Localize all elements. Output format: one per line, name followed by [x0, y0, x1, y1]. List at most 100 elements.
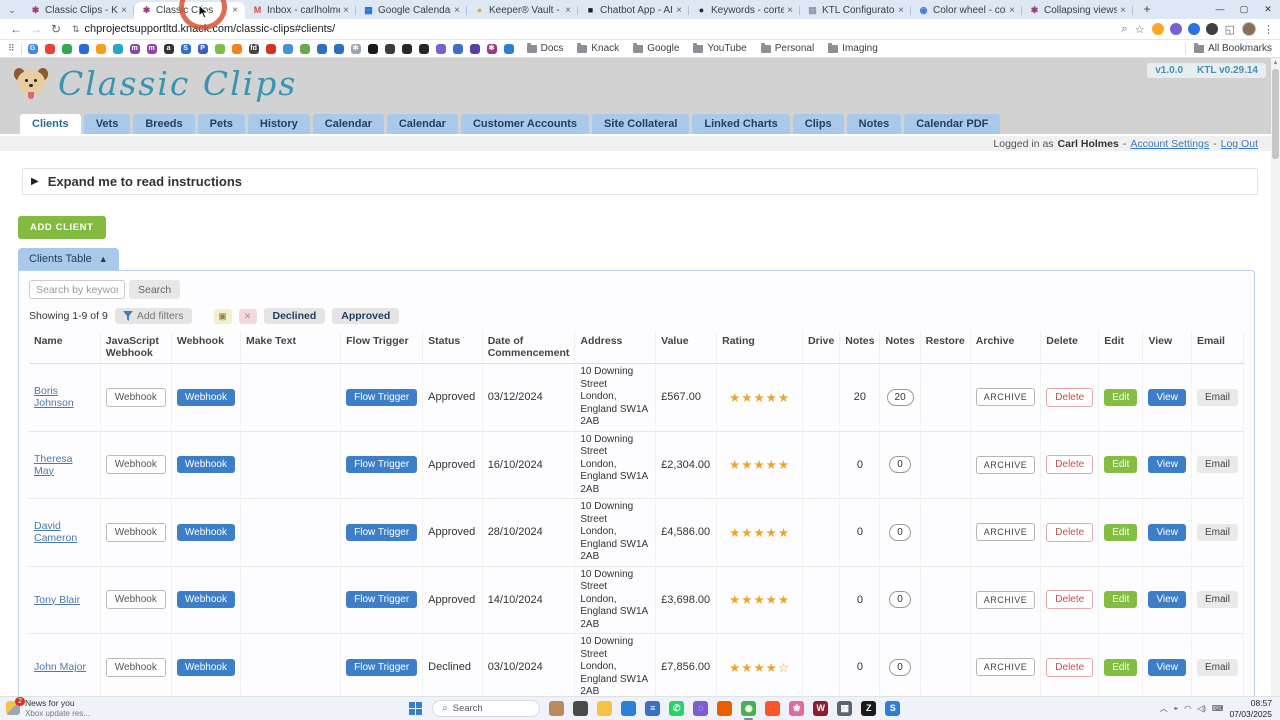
- extension-icon[interactable]: [1205, 23, 1218, 35]
- tab-close-icon[interactable]: ×: [229, 5, 241, 16]
- column-header[interactable]: Drive: [802, 331, 841, 364]
- add-filters-button[interactable]: Add filters: [114, 308, 192, 324]
- bookmark-icon[interactable]: [316, 43, 327, 54]
- column-header[interactable]: Make Text: [240, 331, 342, 364]
- browser-tab[interactable]: ◉ Color wheel - color theory a...×: [911, 2, 1022, 19]
- email-button[interactable]: Email: [1196, 591, 1238, 609]
- window-minimize-button[interactable]: —: [1208, 0, 1232, 19]
- js-webhook-button[interactable]: Webhook: [105, 657, 166, 677]
- nav-tab-history[interactable]: History: [247, 114, 310, 134]
- browser-tab[interactable]: ✱ Classic Clips ×: [134, 2, 245, 19]
- bookmark-icon[interactable]: [61, 43, 72, 54]
- delete-button[interactable]: Delete: [1046, 455, 1094, 475]
- brave-icon[interactable]: [765, 701, 781, 716]
- bookmark-icon[interactable]: fd: [248, 43, 259, 54]
- archive-button[interactable]: ARCHIVE: [975, 590, 1036, 609]
- webhook-button[interactable]: Webhook: [176, 388, 235, 406]
- column-header[interactable]: Rating: [716, 331, 804, 364]
- nav-tab-linked-charts[interactable]: Linked Charts: [692, 114, 790, 134]
- tab-search-chevron-icon[interactable]: ⌄: [4, 3, 20, 17]
- rating-stars[interactable]: ★★★★★: [729, 526, 790, 540]
- forward-icon[interactable]: →: [26, 22, 46, 36]
- rating-stars[interactable]: ★★★★★: [729, 458, 790, 472]
- client-name-link[interactable]: Theresa May: [34, 453, 73, 477]
- tab-close-icon[interactable]: ×: [1117, 5, 1129, 16]
- extensions-puzzle-icon[interactable]: ◱: [1225, 23, 1235, 36]
- clear-filter-button[interactable]: ✕: [238, 308, 257, 324]
- bookmark-icon[interactable]: [282, 43, 293, 54]
- nav-tab-clips[interactable]: Clips: [792, 114, 844, 134]
- bookmark-icon[interactable]: [78, 43, 89, 54]
- column-header[interactable]: Address: [574, 331, 657, 364]
- view-button[interactable]: View: [1148, 456, 1186, 474]
- rating-stars[interactable]: ★★★★☆: [729, 661, 790, 675]
- nav-tab-clients[interactable]: Clients: [20, 114, 81, 134]
- delete-button[interactable]: Delete: [1046, 387, 1094, 407]
- browser-tab[interactable]: ● Keeper® Vault - carlholmes...×: [467, 2, 578, 19]
- browser-tab[interactable]: ▦ KTL Configurator ×: [800, 2, 911, 19]
- rating-stars[interactable]: ★★★★★: [729, 391, 790, 405]
- webhook-button[interactable]: Webhook: [176, 658, 235, 676]
- archive-button[interactable]: ARCHIVE: [975, 658, 1036, 677]
- bookmark-icon[interactable]: [265, 43, 276, 54]
- column-header[interactable]: Status: [422, 331, 483, 364]
- nav-tab-breeds[interactable]: Breeds: [133, 114, 195, 134]
- nav-tab-calendar-pdf[interactable]: Calendar PDF: [904, 114, 1001, 134]
- skype-icon[interactable]: S: [885, 701, 901, 716]
- flow-trigger-button[interactable]: Flow Trigger: [346, 456, 418, 474]
- zoom-page-icon[interactable]: ⌕: [1122, 23, 1128, 36]
- webhook-button[interactable]: Webhook: [176, 591, 235, 609]
- filter-declined-button[interactable]: Declined: [263, 308, 326, 324]
- bookmark-folder[interactable]: Knack: [572, 42, 624, 54]
- webhook-button[interactable]: Webhook: [176, 523, 235, 541]
- email-button[interactable]: Email: [1196, 523, 1238, 541]
- taskbar-search[interactable]: ⌕ Search: [432, 700, 541, 717]
- search-input[interactable]: [29, 280, 125, 299]
- extension-icon[interactable]: [1187, 23, 1200, 35]
- column-header[interactable]: Edit: [1098, 331, 1144, 364]
- email-button[interactable]: Email: [1196, 658, 1238, 676]
- notes-badge[interactable]: 20: [886, 388, 914, 406]
- browser-tab[interactable]: ▦ Google Calendar - March 202...×: [356, 2, 467, 19]
- mic-icon[interactable]: ⌖: [1174, 704, 1179, 714]
- archive-button[interactable]: ARCHIVE: [975, 455, 1036, 474]
- view-button[interactable]: View: [1148, 658, 1186, 676]
- view-button[interactable]: View: [1148, 388, 1186, 406]
- bookmark-icon[interactable]: [503, 43, 514, 54]
- edit-button[interactable]: Edit: [1104, 591, 1138, 609]
- bookmark-icon[interactable]: [299, 43, 310, 54]
- bookmark-folder[interactable]: Personal: [756, 42, 819, 54]
- loop-icon[interactable]: ◌: [693, 701, 709, 716]
- nav-tab-customer-accounts[interactable]: Customer Accounts: [460, 114, 590, 134]
- zoom-icon[interactable]: Z: [861, 701, 877, 716]
- bookmark-icon[interactable]: m: [129, 43, 140, 54]
- column-header[interactable]: Name: [29, 331, 101, 364]
- wifi-icon[interactable]: ◠: [1184, 704, 1191, 713]
- firefox-icon[interactable]: [717, 701, 733, 716]
- reload-icon[interactable]: ↻: [46, 22, 66, 36]
- bookmark-icon[interactable]: [418, 43, 429, 54]
- save-filter-button[interactable]: ▣: [213, 308, 232, 324]
- notes-badge[interactable]: 0: [889, 658, 911, 676]
- view-button[interactable]: View: [1148, 591, 1186, 609]
- bookmark-icon[interactable]: P: [197, 43, 208, 54]
- extension-icon[interactable]: [1169, 23, 1182, 35]
- column-header[interactable]: JavaScript Webhook: [100, 331, 172, 364]
- bookmark-icon[interactable]: [112, 43, 123, 54]
- chrome-menu-icon[interactable]: ⋮: [1263, 23, 1274, 36]
- delete-button[interactable]: Delete: [1046, 590, 1094, 610]
- browser-tab[interactable]: ● Keywords - cortexrd/Knack-T...×: [689, 2, 800, 19]
- start-button[interactable]: [409, 701, 423, 716]
- bookmark-icon[interactable]: [469, 43, 480, 54]
- flow-trigger-button[interactable]: Flow Trigger: [346, 591, 418, 609]
- column-header[interactable]: Delete: [1040, 331, 1100, 364]
- page-scrollbar[interactable]: ▲: [1271, 58, 1280, 696]
- column-header[interactable]: Notes: [879, 331, 921, 364]
- nav-tab-calendar[interactable]: Calendar: [312, 114, 384, 134]
- site-info-icon[interactable]: ⇅: [72, 24, 79, 35]
- whatsapp-icon[interactable]: ✆: [669, 701, 685, 716]
- address-bar[interactable]: ⇅ chprojectsupportltd.knack.com/classic-…: [72, 23, 1112, 35]
- tab-close-icon[interactable]: ×: [340, 5, 352, 16]
- copilot-icon[interactable]: [549, 701, 565, 716]
- column-header[interactable]: Flow Trigger: [340, 331, 424, 364]
